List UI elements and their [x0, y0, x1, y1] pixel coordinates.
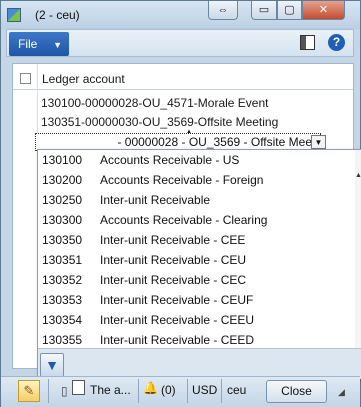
account-name: Inter-unit Receivable - CEC [100, 273, 247, 287]
resize-grip-icon[interactable]: ◢ [338, 387, 345, 398]
layout-toggle-icon[interactable] [300, 35, 315, 50]
list-item[interactable]: 130100 Accounts Receivable - US [38, 150, 355, 170]
account-code: 130354 [42, 313, 83, 327]
account-name: Inter-unit Receivable - CEU [100, 253, 247, 267]
column-header-ledger-account[interactable]: Ledger account [42, 72, 125, 86]
minimize-button[interactable]: ▭ [251, 1, 277, 20]
grid-header: Ledger account [13, 64, 353, 90]
ribbon: File ▼ ? [6, 29, 354, 57]
title-bar: (2 - ceu) ⇔ ▭ ▢ ✕ [1, 1, 360, 29]
swap-workspace-button[interactable]: ⇔ [208, 1, 238, 20]
status-bar: ✎ ▯ The a... 🔔 (0) USD ceu Close ◢ [1, 376, 360, 407]
list-item[interactable]: 130355 Inter-unit Receivable - CEED [38, 330, 355, 348]
dropdown-scrollbar[interactable]: ▲ ▼ [355, 150, 361, 378]
lookup-list: 130100 Accounts Receivable - US 130200 A… [38, 150, 355, 348]
currency-indicator[interactable]: USD [192, 383, 217, 397]
account-code: 130355 [42, 333, 83, 347]
account-name: Accounts Receivable - Clearing [100, 213, 268, 227]
list-item[interactable]: 130300 Accounts Receivable - Clearing [38, 210, 355, 230]
help-icon[interactable]: ? [328, 34, 345, 51]
status-separator [48, 379, 49, 403]
list-item[interactable]: 130351 Inter-unit Receivable - CEU [38, 250, 355, 270]
account-name: Accounts Receivable - US [100, 153, 240, 167]
edit-mode-icon[interactable]: ✎ [18, 380, 40, 402]
list-item[interactable]: 130200 Accounts Receivable - Foreign [38, 170, 355, 190]
close-window-button[interactable]: ✕ [302, 1, 345, 20]
table-row[interactable]: 130351-00000030-OU_3569-Offsite Meeting [41, 113, 278, 131]
account-name: Inter-unit Receivable [100, 193, 211, 207]
maximize-button[interactable]: ▢ [277, 1, 302, 20]
account-name: Inter-unit Receivable - CEUF [100, 293, 254, 307]
select-all-checkbox[interactable] [20, 73, 31, 84]
account-name: Inter-unit Receivable - CEEU [100, 313, 255, 327]
app-icon [7, 8, 21, 22]
account-code: 130300 [42, 213, 83, 227]
application-window: (2 - ceu) ⇔ ▭ ▢ ✕ File ▼ ? Ledger accoun… [0, 0, 361, 407]
account-code: 130350 [42, 233, 83, 247]
status-message[interactable]: The a... [90, 383, 131, 397]
close-button[interactable]: Close [266, 380, 327, 403]
attachment-icon[interactable] [72, 380, 85, 395]
account-name: Accounts Receivable - Foreign [100, 173, 264, 187]
document-icon[interactable]: ▯ [61, 384, 68, 398]
account-code: 130250 [42, 193, 83, 207]
lookup-dropdown-button[interactable]: ▼ [311, 135, 326, 149]
list-item[interactable]: 130354 Inter-unit Receivable - CEEU [38, 310, 355, 330]
status-separator [221, 379, 222, 403]
account-code: 130351 [42, 253, 83, 267]
account-name: Inter-unit Receivable - CEE [100, 233, 246, 247]
list-item[interactable]: 130352 Inter-unit Receivable - CEC [38, 270, 355, 290]
account-code: 130352 [42, 273, 83, 287]
list-item[interactable]: 130250 Inter-unit Receivable [38, 190, 355, 210]
file-menu-button[interactable]: File ▼ [9, 32, 69, 56]
account-name: Inter-unit Receivable - CEED [100, 333, 255, 347]
list-item[interactable]: 130350 Inter-unit Receivable - CEE [38, 230, 355, 250]
window-title: (2 - ceu) [35, 8, 80, 22]
dropdown-footer: ▼ [38, 348, 361, 379]
notification-bell-icon[interactable]: 🔔 [143, 381, 158, 395]
lookup-dropdown: 130100 Accounts Receivable - US 130200 A… [37, 149, 361, 379]
file-menu-label: File [18, 37, 38, 51]
status-separator [187, 379, 188, 403]
chevron-down-icon: ▼ [53, 40, 62, 50]
status-separator [138, 379, 139, 403]
scroll-up-icon[interactable]: ▲ [355, 172, 361, 179]
account-code: 130100 [42, 153, 83, 167]
list-item[interactable]: 130353 Inter-unit Receivable - CEUF [38, 290, 355, 310]
notification-count: (0) [161, 383, 176, 397]
table-row[interactable]: 130100-00000028-OU_4571-Morale Event [41, 94, 269, 112]
account-code: 130200 [42, 173, 83, 187]
account-code: 130353 [42, 293, 83, 307]
filter-icon[interactable]: ▼ [40, 353, 64, 377]
company-indicator[interactable]: ceu [227, 383, 246, 397]
